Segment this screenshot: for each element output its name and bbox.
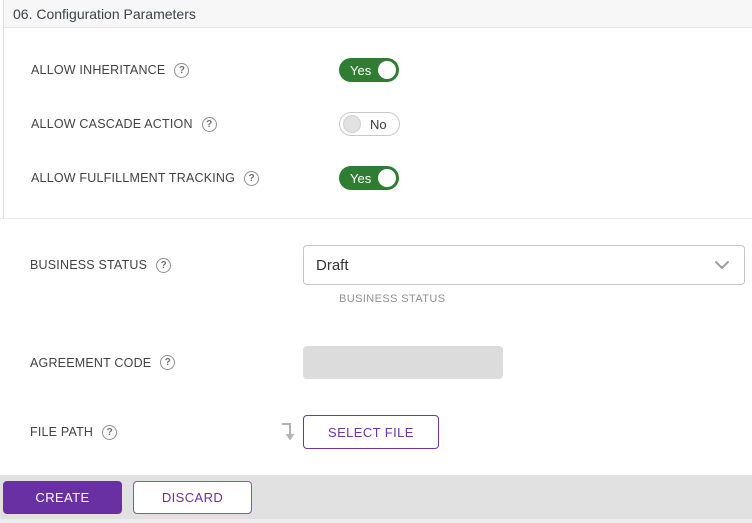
fields-section: BUSINESS STATUS ? Draft BUSINESS STATUS … bbox=[0, 245, 752, 449]
toggle-knob bbox=[378, 169, 397, 187]
row-allow-inheritance: ALLOW INHERITANCE ? Yes bbox=[4, 43, 752, 97]
file-path-label: FILE PATH bbox=[30, 425, 94, 439]
row-business-status: BUSINESS STATUS ? Draft BUSINESS STATUS bbox=[0, 245, 752, 305]
toggle-knob bbox=[378, 61, 397, 79]
chevron-down-icon bbox=[714, 260, 730, 270]
business-status-helper-label: BUSINESS STATUS bbox=[339, 293, 446, 305]
row-allow-fulfillment-tracking: ALLOW FULFILLMENT TRACKING ? Yes bbox=[4, 151, 752, 205]
help-icon[interactable]: ? bbox=[174, 62, 190, 78]
panel-title: 06. Configuration Parameters bbox=[13, 5, 196, 22]
select-file-button[interactable]: SELECT FILE bbox=[303, 415, 439, 449]
allow-inheritance-toggle[interactable]: Yes bbox=[339, 58, 400, 82]
row-allow-cascade-action: ALLOW CASCADE ACTION ? No bbox=[4, 97, 752, 151]
help-icon[interactable]: ? bbox=[156, 257, 172, 273]
business-status-label: BUSINESS STATUS bbox=[30, 258, 148, 272]
help-icon[interactable]: ? bbox=[201, 116, 217, 132]
footer-action-bar: CREATE DISCARD bbox=[0, 475, 752, 523]
toggle-group: ALLOW INHERITANCE ? Yes ALLOW CASCADE AC… bbox=[4, 28, 752, 218]
allow-cascade-action-label: ALLOW CASCADE ACTION bbox=[31, 117, 193, 131]
toggle-value: Yes bbox=[350, 62, 372, 78]
download-arrow-icon bbox=[280, 419, 295, 445]
business-status-select[interactable]: Draft bbox=[303, 245, 745, 285]
toggle-value: Yes bbox=[350, 170, 372, 186]
business-status-selected-value: Draft bbox=[316, 256, 349, 274]
configuration-panel: 06. Configuration Parameters ALLOW INHER… bbox=[3, 0, 752, 218]
discard-button[interactable]: DISCARD bbox=[133, 480, 252, 514]
row-agreement-code: AGREEMENT CODE ? bbox=[0, 346, 752, 379]
help-icon[interactable]: ? bbox=[102, 424, 118, 440]
allow-inheritance-label: ALLOW INHERITANCE bbox=[31, 63, 166, 77]
panel-header: 06. Configuration Parameters bbox=[4, 0, 752, 28]
allow-cascade-action-toggle[interactable]: No bbox=[339, 112, 400, 136]
section-divider bbox=[0, 218, 752, 219]
help-icon[interactable]: ? bbox=[160, 355, 176, 370]
allow-fulfillment-tracking-toggle[interactable]: Yes bbox=[339, 166, 400, 190]
create-button[interactable]: CREATE bbox=[3, 480, 122, 514]
row-file-path: FILE PATH ? SELECT FILE bbox=[0, 415, 752, 449]
agreement-code-label: AGREEMENT CODE bbox=[30, 355, 152, 370]
help-icon[interactable]: ? bbox=[244, 170, 260, 186]
agreement-code-input[interactable] bbox=[303, 346, 503, 379]
toggle-value: No bbox=[370, 116, 387, 132]
toggle-knob bbox=[343, 115, 361, 133]
allow-fulfillment-tracking-label: ALLOW FULFILLMENT TRACKING bbox=[31, 171, 236, 185]
